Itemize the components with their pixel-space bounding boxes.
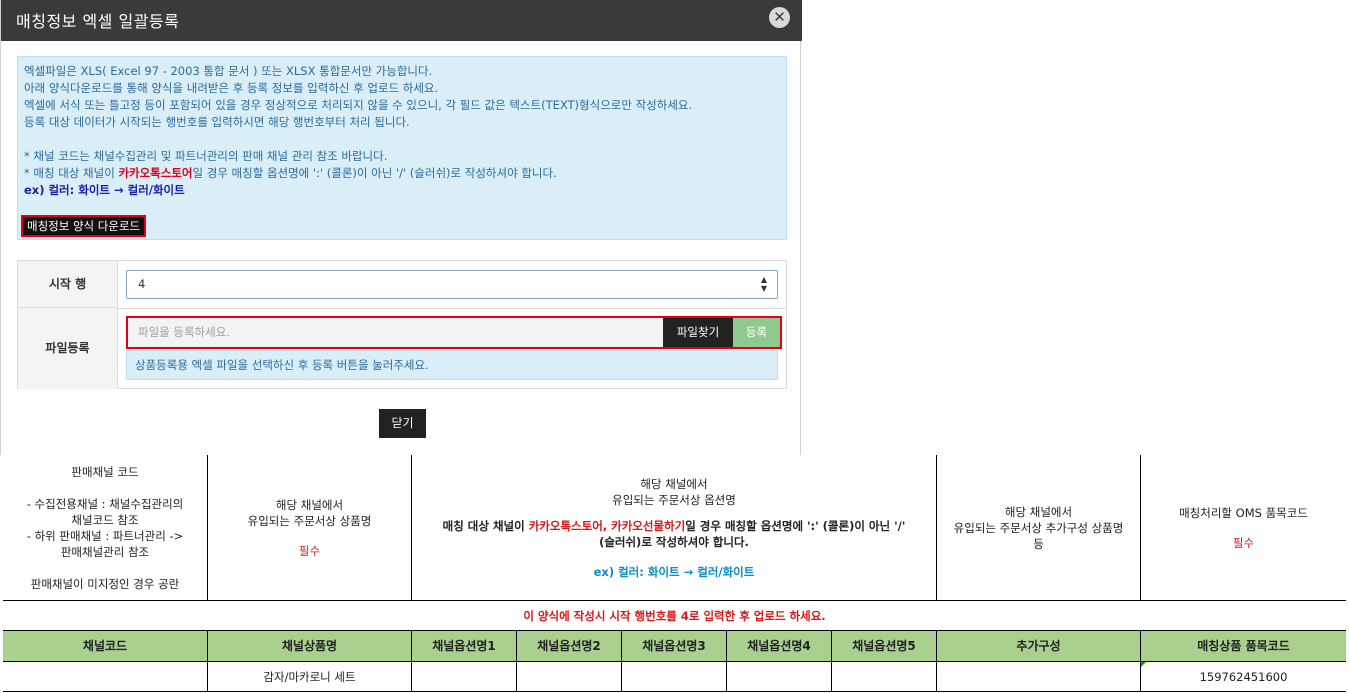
- header-cell: 채널옵션명3: [642, 639, 706, 653]
- excel-template-preview: 판매채널 코드 - 수집전용채널 : 채널수집관리의 채널코드 참조 - 하위 …: [3, 455, 1346, 693]
- header-cell: 채널옵션명5: [852, 639, 916, 653]
- instruction-row: 이 양식에 작성시 시작 행번호를 4로 입력한 후 업로드 하세요.: [523, 608, 826, 623]
- table-cell[interactable]: [937, 662, 1140, 691]
- file-label: 파일등록: [18, 308, 118, 389]
- desc-text: 해당 채널에서: [1004, 504, 1073, 519]
- table-cell[interactable]: [3, 662, 207, 691]
- header-cell: 추가구성: [1016, 639, 1061, 653]
- find-file-button[interactable]: 파일찾기: [663, 318, 733, 347]
- close-icon[interactable]: ✕: [769, 7, 790, 28]
- spinner-icon[interactable]: ▲ ▼: [759, 275, 769, 293]
- desc-option-name: 해당 채널에서 유입되는 주문서상 옵션명 매칭 대상 채널이 카카오톡스토어,…: [412, 455, 936, 600]
- table-cell[interactable]: 159762451600: [1141, 662, 1346, 691]
- header-cell: 채널옵션명1: [432, 639, 496, 653]
- note-text: * 매칭 대상 채널이: [24, 166, 119, 180]
- notice-note: * 채널 코드는 채널수집관리 및 파트너관리의 판매 채널 관리 참조 바랍니…: [24, 149, 388, 163]
- rule-text: (슬러쉬)로 작성하셔야 합니다.: [599, 534, 749, 549]
- table-cell[interactable]: [412, 662, 516, 691]
- upload-form: 시작 행 파일등록 4 ▲ ▼ 파일을 등록하세요. 파일찾기 등록 상품등록용 …: [17, 260, 787, 389]
- close-button[interactable]: 닫기: [379, 409, 426, 438]
- start-row-input[interactable]: 4 ▲ ▼: [126, 270, 778, 299]
- start-row-label: 시작 행: [18, 261, 118, 308]
- desc-text: 채널코드 참조: [71, 512, 139, 527]
- notice-line: 엑셀파일은 XLS( Excel 97 - 2003 통합 문서 ) 또는 XL…: [24, 64, 433, 78]
- header-cell: 채널옵션명4: [747, 639, 811, 653]
- rule-channels: 카카오톡스토어, 카카오선물하기: [528, 518, 686, 533]
- required-mark: 필수: [1232, 535, 1255, 550]
- table-cell[interactable]: 감자/마카로니 세트: [208, 662, 411, 691]
- download-template-button[interactable]: 매칭정보 양식 다운로드: [21, 215, 147, 237]
- header-cell: 매칭상품 품목코드: [1197, 639, 1290, 653]
- desc-text: 등: [1033, 536, 1044, 551]
- rule-text: 매칭 대상 채널이: [442, 518, 529, 533]
- notice-note: * 매칭 대상 채널이 카카오톡스토어일 경우 매칭할 옵션명에 ':' (콜론…: [24, 165, 780, 182]
- table-cell[interactable]: [832, 662, 936, 691]
- desc-text: 유입되는 주문서상 옵션명: [612, 492, 736, 507]
- kakao-store-highlight: 카카오톡스토어: [118, 166, 193, 180]
- required-mark: 필수: [298, 543, 321, 558]
- desc-text: - 하위 판매채널 : 파트너관리 ->: [26, 528, 184, 543]
- desc-text: - 수집전용채널 : 채널수집관리의: [26, 496, 184, 511]
- rule-text: 일 경우 매칭할 옵션명에 ':' (콜론)이 아닌 '/': [685, 518, 906, 533]
- notice-line: 아래 양식다운로드를 통해 양식을 내려받은 후 등록 정보를 입력하신 후 업…: [24, 81, 439, 95]
- file-path-input[interactable]: 파일을 등록하세요.: [128, 318, 663, 347]
- desc-text: 해당 채널에서: [640, 476, 708, 491]
- note-text: 일 경우 매칭할 옵션명에 ':' (콜론)이 아닌 '/' (슬러쉬)로 작성…: [192, 166, 557, 180]
- register-button[interactable]: 등록: [733, 318, 780, 347]
- modal-header: 매칭정보 엑셀 일괄등록 ✕: [1, 0, 802, 41]
- file-help-text: 상품등록용 엑셀 파일을 선택하신 후 등록 버튼을 눌러주세요.: [126, 350, 778, 380]
- desc-text: 유입되는 주문서상 추가구성 상품명: [953, 520, 1124, 535]
- table-cell[interactable]: [517, 662, 621, 691]
- notice-example: ex) 컬러: 화이트 → 컬러/화이트: [24, 183, 185, 197]
- desc-addon-name: 해당 채널에서 유입되는 주문서상 추가구성 상품명 등: [937, 455, 1140, 600]
- desc-text: 판매채널이 미지정인 경우 공란: [30, 576, 180, 591]
- excel-upload-modal: 매칭정보 엑셀 일괄등록 ✕ 엑셀파일은 XLS( Excel 97 - 200…: [0, 0, 802, 455]
- notice-box: 엑셀파일은 XLS( Excel 97 - 2003 통합 문서 ) 또는 XL…: [17, 56, 787, 240]
- header-cell: 채널상품명: [281, 639, 338, 653]
- desc-text: 판매채널관리 참조: [60, 544, 150, 559]
- notice-line: 등록 대상 데이터가 시작되는 행번호를 입력하시면 해당 행번호부터 처리 됩…: [24, 115, 410, 129]
- desc-channel-code: 판매채널 코드 - 수집전용채널 : 채널수집관리의 채널코드 참조 - 하위 …: [3, 455, 207, 600]
- start-row-value: 4: [138, 277, 146, 291]
- option-example: ex) 컬러: 화이트 → 컬러/화이트: [593, 564, 755, 579]
- desc-oms-code: 매칭처리할 OMS 품목코드 필수: [1141, 455, 1346, 600]
- option-rule: 매칭 대상 채널이 카카오톡스토어, 카카오선물하기일 경우 매칭할 옵션명에 …: [443, 518, 906, 534]
- desc-text: 해당 채널에서: [275, 497, 344, 512]
- desc-product-name: 해당 채널에서 유입되는 주문서상 상품명 필수: [208, 455, 411, 600]
- file-upload-group: 파일을 등록하세요. 파일찾기 등록: [126, 316, 782, 349]
- table-cell[interactable]: [727, 662, 831, 691]
- desc-text: 판매채널 코드: [71, 464, 139, 479]
- table-cell[interactable]: [622, 662, 726, 691]
- desc-text: 매칭처리할 OMS 품목코드: [1179, 505, 1308, 520]
- desc-text: 유입되는 주문서상 상품명: [247, 513, 372, 528]
- header-cell: 채널코드: [82, 639, 128, 653]
- header-cell: 채널옵션명2: [537, 639, 601, 653]
- modal-title: 매칭정보 엑셀 일괄등록: [16, 12, 180, 31]
- notice-line: 엑셀에 서식 또는 틀고정 등이 포함되어 있을 경우 정상적으로 처리되지 않…: [24, 98, 693, 112]
